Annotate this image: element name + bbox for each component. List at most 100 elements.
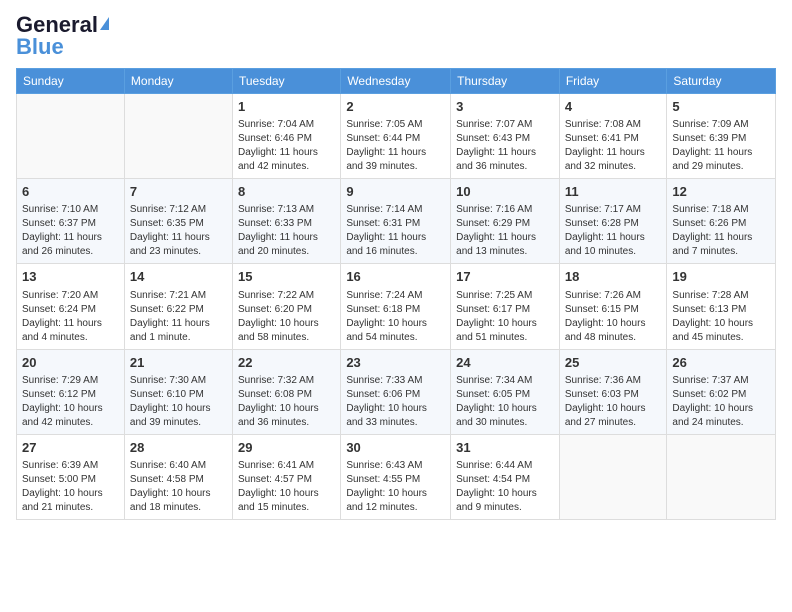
day-info: Sunrise: 7:25 AM [456,289,554,303]
day-number: 11 [565,183,662,201]
day-number: 14 [130,268,227,286]
day-info: Daylight: 10 hours and 45 minutes. [672,317,770,345]
calendar-cell [124,94,232,179]
logo-blue: Blue [16,34,64,60]
day-number: 10 [456,183,554,201]
calendar-cell: 31Sunrise: 6:44 AMSunset: 4:54 PMDayligh… [451,434,560,519]
calendar-cell: 30Sunrise: 6:43 AMSunset: 4:55 PMDayligh… [341,434,451,519]
day-info: Sunset: 6:43 PM [456,132,554,146]
day-info: Sunrise: 7:14 AM [346,203,445,217]
day-info: Daylight: 10 hours and 15 minutes. [238,487,335,515]
day-info: Sunrise: 7:10 AM [22,203,119,217]
day-info: Sunset: 4:54 PM [456,473,554,487]
day-info: Sunset: 6:31 PM [346,217,445,231]
day-info: Sunrise: 7:18 AM [672,203,770,217]
day-info: Sunrise: 7:34 AM [456,374,554,388]
day-info: Sunrise: 6:39 AM [22,459,119,473]
day-info: Daylight: 11 hours and 36 minutes. [456,146,554,174]
day-number: 12 [672,183,770,201]
day-info: Sunset: 6:20 PM [238,303,335,317]
day-info: Daylight: 10 hours and 27 minutes. [565,402,662,430]
weekday-header-wednesday: Wednesday [341,69,451,94]
week-row-3: 13Sunrise: 7:20 AMSunset: 6:24 PMDayligh… [17,264,776,349]
day-info: Sunrise: 7:04 AM [238,118,335,132]
calendar-cell: 2Sunrise: 7:05 AMSunset: 6:44 PMDaylight… [341,94,451,179]
week-row-1: 1Sunrise: 7:04 AMSunset: 6:46 PMDaylight… [17,94,776,179]
calendar-cell [559,434,667,519]
day-number: 23 [346,354,445,372]
day-info: Sunrise: 7:26 AM [565,289,662,303]
week-row-2: 6Sunrise: 7:10 AMSunset: 6:37 PMDaylight… [17,179,776,264]
day-info: Sunrise: 7:13 AM [238,203,335,217]
day-number: 16 [346,268,445,286]
calendar-cell: 16Sunrise: 7:24 AMSunset: 6:18 PMDayligh… [341,264,451,349]
day-info: Daylight: 11 hours and 23 minutes. [130,231,227,259]
day-number: 9 [346,183,445,201]
calendar-cell: 21Sunrise: 7:30 AMSunset: 6:10 PMDayligh… [124,349,232,434]
day-info: Sunrise: 7:05 AM [346,118,445,132]
day-info: Daylight: 11 hours and 10 minutes. [565,231,662,259]
day-number: 1 [238,98,335,116]
calendar-cell: 6Sunrise: 7:10 AMSunset: 6:37 PMDaylight… [17,179,125,264]
day-info: Sunset: 6:06 PM [346,388,445,402]
day-info: Sunset: 6:13 PM [672,303,770,317]
day-info: Daylight: 11 hours and 42 minutes. [238,146,335,174]
calendar-cell: 4Sunrise: 7:08 AMSunset: 6:41 PMDaylight… [559,94,667,179]
day-number: 30 [346,439,445,457]
day-info: Sunrise: 6:40 AM [130,459,227,473]
logo-area: General Blue [16,12,109,60]
calendar-cell: 26Sunrise: 7:37 AMSunset: 6:02 PMDayligh… [667,349,776,434]
day-info: Daylight: 10 hours and 39 minutes. [130,402,227,430]
day-info: Daylight: 10 hours and 48 minutes. [565,317,662,345]
day-number: 5 [672,98,770,116]
day-number: 2 [346,98,445,116]
weekday-header-sunday: Sunday [17,69,125,94]
calendar-cell: 5Sunrise: 7:09 AMSunset: 6:39 PMDaylight… [667,94,776,179]
weekday-header-thursday: Thursday [451,69,560,94]
day-info: Sunrise: 7:12 AM [130,203,227,217]
day-info: Sunrise: 6:43 AM [346,459,445,473]
day-info: Daylight: 10 hours and 51 minutes. [456,317,554,345]
day-number: 8 [238,183,335,201]
weekday-header-row: SundayMondayTuesdayWednesdayThursdayFrid… [17,69,776,94]
calendar-cell: 3Sunrise: 7:07 AMSunset: 6:43 PMDaylight… [451,94,560,179]
logo-triangle-icon [100,17,109,30]
day-info: Daylight: 10 hours and 36 minutes. [238,402,335,430]
calendar-cell: 29Sunrise: 6:41 AMSunset: 4:57 PMDayligh… [232,434,340,519]
day-info: Sunset: 6:37 PM [22,217,119,231]
day-info: Sunrise: 7:29 AM [22,374,119,388]
day-info: Daylight: 11 hours and 39 minutes. [346,146,445,174]
day-info: Sunset: 6:15 PM [565,303,662,317]
day-number: 29 [238,439,335,457]
day-info: Sunrise: 7:37 AM [672,374,770,388]
day-number: 20 [22,354,119,372]
day-number: 17 [456,268,554,286]
day-info: Sunset: 4:57 PM [238,473,335,487]
calendar-cell: 20Sunrise: 7:29 AMSunset: 6:12 PMDayligh… [17,349,125,434]
day-info: Sunset: 6:10 PM [130,388,227,402]
calendar: SundayMondayTuesdayWednesdayThursdayFrid… [16,68,776,520]
day-number: 31 [456,439,554,457]
calendar-cell: 28Sunrise: 6:40 AMSunset: 4:58 PMDayligh… [124,434,232,519]
calendar-cell: 11Sunrise: 7:17 AMSunset: 6:28 PMDayligh… [559,179,667,264]
day-info: Sunrise: 6:44 AM [456,459,554,473]
day-info: Sunset: 6:35 PM [130,217,227,231]
day-info: Daylight: 10 hours and 30 minutes. [456,402,554,430]
weekday-header-saturday: Saturday [667,69,776,94]
day-info: Daylight: 11 hours and 32 minutes. [565,146,662,174]
day-info: Sunrise: 7:21 AM [130,289,227,303]
day-number: 7 [130,183,227,201]
day-info: Sunrise: 7:30 AM [130,374,227,388]
calendar-cell: 25Sunrise: 7:36 AMSunset: 6:03 PMDayligh… [559,349,667,434]
calendar-cell: 13Sunrise: 7:20 AMSunset: 6:24 PMDayligh… [17,264,125,349]
calendar-cell: 7 Sunrise: 7:12 AMSunset: 6:35 PMDaylight… [124,179,232,264]
day-info: Daylight: 11 hours and 1 minute. [130,317,227,345]
day-info: Sunset: 6:26 PM [672,217,770,231]
day-info: Daylight: 11 hours and 13 minutes. [456,231,554,259]
calendar-cell [17,94,125,179]
calendar-cell: 18Sunrise: 7:26 AMSunset: 6:15 PMDayligh… [559,264,667,349]
day-info: Daylight: 11 hours and 26 minutes. [22,231,119,259]
weekday-header-tuesday: Tuesday [232,69,340,94]
day-info: Sunset: 4:55 PM [346,473,445,487]
day-info: Daylight: 11 hours and 7 minutes. [672,231,770,259]
